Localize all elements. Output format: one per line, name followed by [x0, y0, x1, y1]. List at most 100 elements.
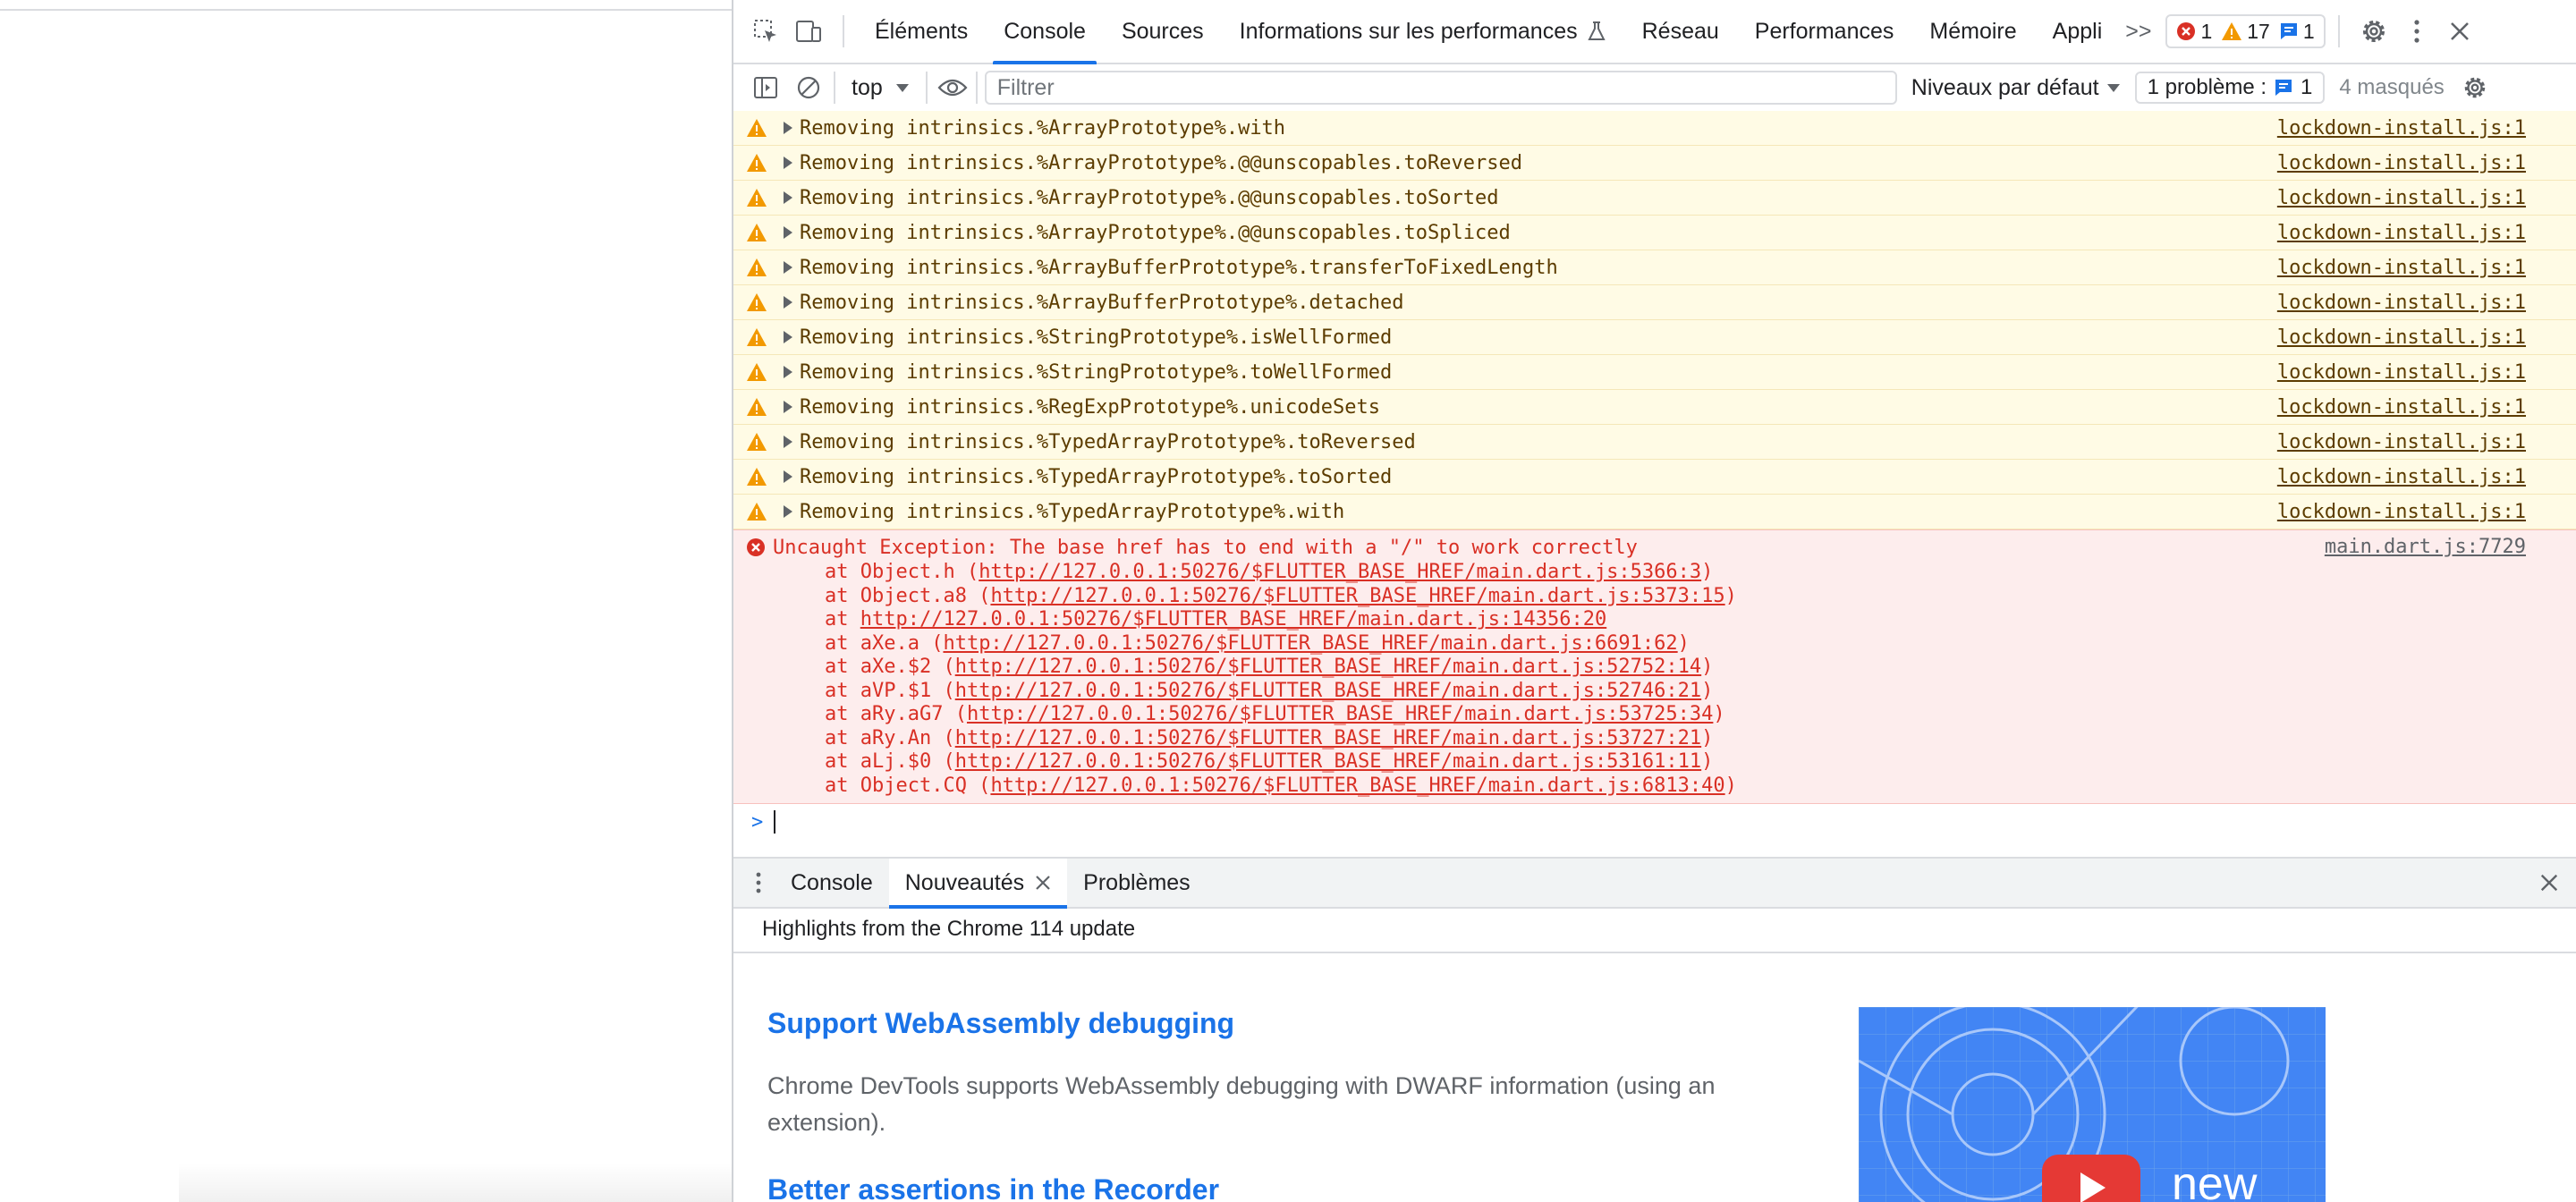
whats-new-title-recorder[interactable]: Better assertions in the Recorder: [767, 1173, 1219, 1202]
warning-message-row[interactable]: Removing intrinsics.%ArrayPrototype%.wit…: [733, 111, 2576, 146]
warning-message-row[interactable]: Removing intrinsics.%StringPrototype%.is…: [733, 320, 2576, 355]
drawer-tab-issues[interactable]: Problèmes: [1067, 859, 1207, 907]
error-count-value: 1: [2200, 19, 2213, 43]
warning-count: 17: [2221, 20, 2270, 44]
warning-source-link[interactable]: lockdown-install.js:1: [2277, 396, 2526, 419]
drawer-tab-whats-new-label: Nouveautés: [904, 869, 1025, 895]
tab-sources[interactable]: Sources: [1104, 0, 1222, 63]
error-icon: [746, 538, 773, 557]
warning-message-row[interactable]: Removing intrinsics.%TypedArrayPrototype…: [733, 495, 2576, 529]
warning-message-row[interactable]: Removing intrinsics.%TypedArrayPrototype…: [733, 460, 2576, 495]
close-tab-icon[interactable]: [1035, 875, 1051, 891]
filter-input[interactable]: Filtrer: [984, 71, 1897, 105]
tab-elements[interactable]: Éléments: [857, 0, 986, 63]
error-source-link[interactable]: main.dart.js:7729: [2325, 536, 2526, 558]
warning-message-row[interactable]: Removing intrinsics.%ArrayPrototype%.@@u…: [733, 146, 2576, 181]
warning-source-link[interactable]: lockdown-install.js:1: [2277, 326, 2526, 349]
clear-console-icon[interactable]: [787, 66, 830, 109]
warning-source-link[interactable]: lockdown-install.js:1: [2277, 117, 2526, 140]
warning-source-link[interactable]: lockdown-install.js:1: [2277, 152, 2526, 174]
settings-gear-icon[interactable]: [2352, 10, 2395, 53]
expand-triangle-icon[interactable]: [784, 191, 792, 204]
warning-source-link[interactable]: lockdown-install.js:1: [2277, 361, 2526, 384]
tab-performance-insights-label: Informations sur les performances: [1239, 18, 1578, 44]
console-prompt[interactable]: >: [733, 804, 2576, 840]
warning-source-link[interactable]: lockdown-install.js:1: [2277, 257, 2526, 279]
stack-frame-link[interactable]: http://127.0.0.1:50276/$FLUTTER_BASE_HRE…: [943, 632, 1677, 655]
stack-frame-prefix: at Object.a8 (: [825, 584, 991, 607]
devtools-tabbar: Éléments Console Sources Informations su…: [733, 0, 2576, 64]
whats-new-title-wasm[interactable]: Support WebAssembly debugging: [767, 1007, 1234, 1040]
stack-frame-suffix: ): [1701, 656, 1714, 678]
warning-source-link[interactable]: lockdown-install.js:1: [2277, 501, 2526, 523]
whats-new-video-thumbnail[interactable]: new: [1859, 1007, 2326, 1202]
console-counts-badge[interactable]: 1 17 1: [2165, 14, 2326, 48]
expand-triangle-icon[interactable]: [784, 296, 792, 309]
warning-source-link[interactable]: lockdown-install.js:1: [2277, 187, 2526, 209]
stack-frame-link[interactable]: http://127.0.0.1:50276/$FLUTTER_BASE_HRE…: [990, 585, 1724, 607]
expand-triangle-icon[interactable]: [784, 261, 792, 274]
tab-performance[interactable]: Performances: [1737, 0, 1912, 63]
expand-triangle-icon[interactable]: [784, 331, 792, 343]
warning-count-value: 17: [2247, 19, 2270, 43]
issues-counter-button[interactable]: 1 problème : 1: [2134, 72, 2326, 104]
drawer-tab-whats-new[interactable]: Nouveautés: [888, 859, 1068, 909]
drawer-tab-console[interactable]: Console: [775, 859, 889, 907]
stack-frame-link[interactable]: http://127.0.0.1:50276/$FLUTTER_BASE_HRE…: [955, 680, 1701, 702]
stack-frame-link[interactable]: http://127.0.0.1:50276/$FLUTTER_BASE_HRE…: [860, 608, 1606, 631]
sidebar-toggle-icon[interactable]: [744, 66, 787, 109]
warning-message-row[interactable]: Removing intrinsics.%ArrayPrototype%.@@u…: [733, 216, 2576, 250]
warning-source-link[interactable]: lockdown-install.js:1: [2277, 292, 2526, 314]
expand-triangle-icon[interactable]: [784, 505, 792, 518]
warning-message-text: Removing intrinsics.%StringPrototype%.is…: [800, 326, 1393, 349]
inspect-element-icon[interactable]: [744, 10, 787, 53]
warning-source-link[interactable]: lockdown-install.js:1: [2277, 431, 2526, 453]
stack-frame-link[interactable]: http://127.0.0.1:50276/$FLUTTER_BASE_HRE…: [967, 703, 1713, 725]
expand-triangle-icon[interactable]: [784, 157, 792, 169]
warnings-list: Removing intrinsics.%ArrayPrototype%.wit…: [733, 111, 2576, 529]
console-output: Removing intrinsics.%ArrayPrototype%.wit…: [733, 111, 2576, 857]
tab-memory[interactable]: Mémoire: [1911, 0, 2034, 63]
context-selector[interactable]: top: [839, 75, 922, 101]
tab-network[interactable]: Réseau: [1624, 0, 1737, 63]
stack-frame-link[interactable]: http://127.0.0.1:50276/$FLUTTER_BASE_HRE…: [955, 656, 1701, 678]
tab-application[interactable]: Appli: [2035, 0, 2121, 63]
warning-message-row[interactable]: Removing intrinsics.%StringPrototype%.to…: [733, 355, 2576, 390]
tab-console[interactable]: Console: [986, 0, 1104, 64]
expand-triangle-icon[interactable]: [784, 401, 792, 413]
toolbar-separator: [975, 72, 978, 104]
warning-message-row[interactable]: Removing intrinsics.%ArrayPrototype%.@@u…: [733, 181, 2576, 216]
warning-icon: [746, 258, 773, 277]
close-drawer-icon[interactable]: [2528, 861, 2571, 904]
expand-triangle-icon[interactable]: [784, 470, 792, 483]
device-toolbar-icon[interactable]: [787, 10, 830, 53]
warning-message-row[interactable]: Removing intrinsics.%RegExpPrototype%.un…: [733, 390, 2576, 425]
warning-message-row[interactable]: Removing intrinsics.%TypedArrayPrototype…: [733, 425, 2576, 460]
stack-frame-link[interactable]: http://127.0.0.1:50276/$FLUTTER_BASE_HRE…: [979, 561, 1701, 583]
log-levels-dropdown[interactable]: Niveaux par défaut: [1897, 75, 2135, 101]
warning-message-row[interactable]: Removing intrinsics.%ArrayBufferPrototyp…: [733, 285, 2576, 320]
drawer-menu-icon[interactable]: [742, 861, 775, 904]
stack-frame-link[interactable]: http://127.0.0.1:50276/$FLUTTER_BASE_HRE…: [990, 775, 1724, 797]
expand-triangle-icon[interactable]: [784, 122, 792, 134]
error-message-head: Uncaught Exception: The base href has to…: [733, 534, 2576, 561]
console-settings-gear-icon[interactable]: [2453, 66, 2496, 109]
warning-source-link[interactable]: lockdown-install.js:1: [2277, 466, 2526, 488]
live-expression-eye-icon[interactable]: [931, 66, 974, 109]
warning-message-text: Removing intrinsics.%ArrayBufferPrototyp…: [800, 256, 1558, 279]
warning-message-text: Removing intrinsics.%ArrayPrototype%.@@u…: [800, 151, 1522, 174]
stack-frame-link[interactable]: http://127.0.0.1:50276/$FLUTTER_BASE_HRE…: [955, 750, 1701, 773]
stack-frame-suffix: ): [1701, 679, 1714, 702]
expand-triangle-icon[interactable]: [784, 366, 792, 378]
stack-frame-suffix: ): [1701, 726, 1714, 749]
error-message[interactable]: Uncaught Exception: The base href has to…: [733, 529, 2576, 804]
tab-performance-insights[interactable]: Informations sur les performances: [1222, 0, 1624, 63]
more-tabs-button[interactable]: >>: [2120, 0, 2157, 63]
close-devtools-icon[interactable]: [2438, 10, 2481, 53]
warning-message-row[interactable]: Removing intrinsics.%ArrayBufferPrototyp…: [733, 250, 2576, 285]
stack-frame-link[interactable]: http://127.0.0.1:50276/$FLUTTER_BASE_HRE…: [955, 727, 1701, 749]
expand-triangle-icon[interactable]: [784, 436, 792, 448]
kebab-menu-icon[interactable]: [2395, 10, 2438, 53]
expand-triangle-icon[interactable]: [784, 226, 792, 239]
warning-source-link[interactable]: lockdown-install.js:1: [2277, 222, 2526, 244]
